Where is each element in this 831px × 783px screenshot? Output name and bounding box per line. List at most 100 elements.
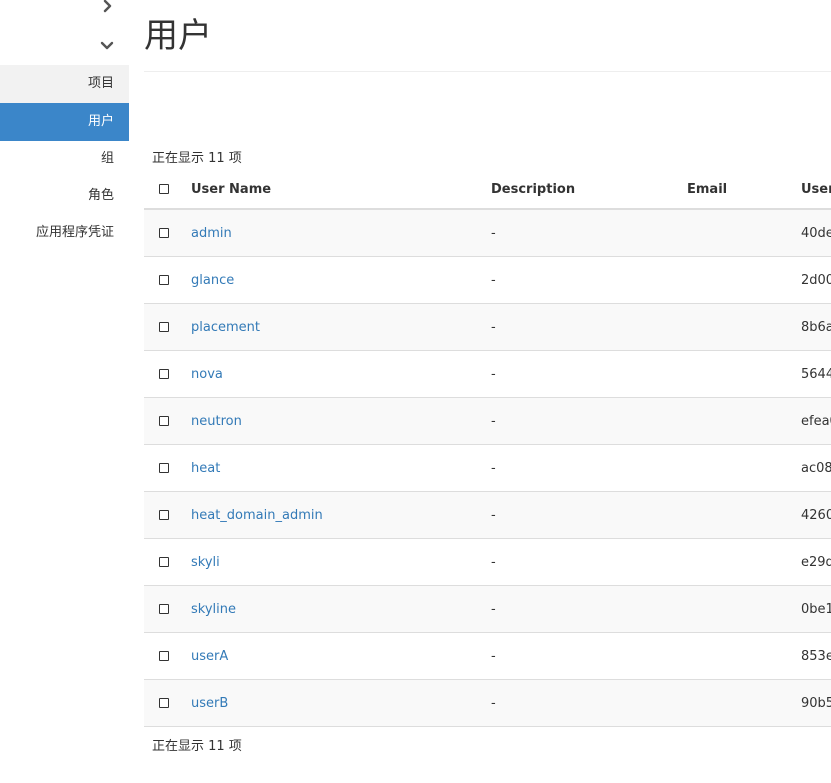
chevron-right-icon[interactable] xyxy=(99,0,115,14)
email-cell xyxy=(687,303,801,351)
row-checkbox[interactable] xyxy=(159,416,169,426)
user-id-cell: ac08 xyxy=(801,444,831,492)
user-name-link[interactable]: heat xyxy=(191,461,220,476)
user-name-link[interactable]: heat_domain_admin xyxy=(191,508,323,523)
row-select-cell xyxy=(144,397,191,445)
row-checkbox[interactable] xyxy=(159,698,169,708)
row-select-cell xyxy=(144,679,191,727)
description-cell: - xyxy=(491,679,687,727)
email-cell xyxy=(687,350,801,398)
chevron-down-icon[interactable] xyxy=(99,37,115,53)
user-name-link[interactable]: nova xyxy=(191,367,223,382)
description-cell: - xyxy=(491,585,687,633)
user-id-cell: 0be1 xyxy=(801,585,831,633)
select-all-checkbox[interactable] xyxy=(159,184,169,194)
user-name-cell: nova xyxy=(191,350,491,398)
user-name-cell: placement xyxy=(191,303,491,351)
column-header-user-name[interactable]: User Name xyxy=(191,170,491,210)
description-cell: - xyxy=(491,632,687,680)
row-checkbox[interactable] xyxy=(159,463,169,473)
item-count-top: 正在显示 11 项 xyxy=(152,151,242,166)
table-row: heat_domain_admin - 4260 xyxy=(144,491,831,539)
user-name-cell: skyli xyxy=(191,538,491,586)
row-checkbox[interactable] xyxy=(159,510,169,520)
user-name-link[interactable]: glance xyxy=(191,273,234,288)
description-cell: - xyxy=(491,397,687,445)
user-name-cell: skyline xyxy=(191,585,491,633)
table-row: skyli - e29d xyxy=(144,538,831,586)
table-row: admin - 40de xyxy=(144,209,831,257)
email-cell xyxy=(687,679,801,727)
user-name-cell: heat_domain_admin xyxy=(191,491,491,539)
column-header-description[interactable]: Description xyxy=(491,170,687,210)
email-cell xyxy=(687,256,801,304)
email-cell xyxy=(687,585,801,633)
description-cell: - xyxy=(491,491,687,539)
users-table: User Name Description Email User admin -… xyxy=(144,170,831,727)
row-select-cell xyxy=(144,350,191,398)
user-id-cell: efea0 xyxy=(801,397,831,445)
email-cell xyxy=(687,209,801,257)
user-name-cell: userA xyxy=(191,632,491,680)
user-id-cell: 2d00 xyxy=(801,256,831,304)
row-checkbox[interactable] xyxy=(159,275,169,285)
column-header-user-id[interactable]: User xyxy=(801,170,831,210)
table-row: placement - 8b6a xyxy=(144,303,831,351)
item-count-bottom: 正在显示 11 项 xyxy=(152,739,242,754)
email-cell xyxy=(687,491,801,539)
row-select-cell xyxy=(144,303,191,351)
description-cell: - xyxy=(491,444,687,492)
user-name-cell: userB xyxy=(191,679,491,727)
email-cell xyxy=(687,444,801,492)
column-header-email[interactable]: Email xyxy=(687,170,801,210)
description-cell: - xyxy=(491,538,687,586)
user-name-cell: neutron xyxy=(191,397,491,445)
table-row: glance - 2d00 xyxy=(144,256,831,304)
row-checkbox[interactable] xyxy=(159,369,169,379)
sidebar-item-users[interactable]: 用户 xyxy=(0,103,129,141)
user-name-link[interactable]: neutron xyxy=(191,414,242,429)
user-name-cell: admin xyxy=(191,209,491,257)
user-name-link[interactable]: placement xyxy=(191,320,260,335)
select-all-cell xyxy=(144,170,191,210)
sidebar: 项目 用户 组 角色 应用程序凭证 xyxy=(0,0,129,783)
user-name-link[interactable]: skyli xyxy=(191,555,220,570)
row-checkbox[interactable] xyxy=(159,228,169,238)
user-name-link[interactable]: userA xyxy=(191,649,228,664)
row-select-cell xyxy=(144,444,191,492)
page-title: 用户 xyxy=(144,16,212,56)
row-select-cell xyxy=(144,632,191,680)
table-row: userA - 853e xyxy=(144,632,831,680)
user-id-cell: 4260 xyxy=(801,491,831,539)
user-name-link[interactable]: userB xyxy=(191,696,228,711)
sidebar-item-groups[interactable]: 组 xyxy=(0,140,129,178)
table-row: skyline - 0be1 xyxy=(144,585,831,633)
description-cell: - xyxy=(491,256,687,304)
user-name-cell: heat xyxy=(191,444,491,492)
row-checkbox[interactable] xyxy=(159,604,169,614)
title-divider xyxy=(144,71,831,72)
table-row: userB - 90b5 xyxy=(144,679,831,727)
table-header-row: User Name Description Email User xyxy=(144,170,831,210)
sidebar-item-application-credentials[interactable]: 应用程序凭证 xyxy=(0,214,129,252)
main-content: 用户 正在显示 11 项 User Name Description Email… xyxy=(144,0,831,783)
row-select-cell xyxy=(144,538,191,586)
sidebar-item-roles[interactable]: 角色 xyxy=(0,177,129,215)
row-checkbox[interactable] xyxy=(159,322,169,332)
user-id-cell: e29d xyxy=(801,538,831,586)
email-cell xyxy=(687,538,801,586)
row-checkbox[interactable] xyxy=(159,651,169,661)
sidebar-item-projects[interactable]: 项目 xyxy=(0,65,129,103)
email-cell xyxy=(687,632,801,680)
user-name-cell: glance xyxy=(191,256,491,304)
row-checkbox[interactable] xyxy=(159,557,169,567)
table-row: nova - 5644 xyxy=(144,350,831,398)
email-cell xyxy=(687,397,801,445)
row-select-cell xyxy=(144,491,191,539)
user-name-link[interactable]: admin xyxy=(191,226,232,241)
row-select-cell xyxy=(144,256,191,304)
row-select-cell xyxy=(144,585,191,633)
row-select-cell xyxy=(144,209,191,257)
user-name-link[interactable]: skyline xyxy=(191,602,236,617)
table-row: heat - ac08 xyxy=(144,444,831,492)
